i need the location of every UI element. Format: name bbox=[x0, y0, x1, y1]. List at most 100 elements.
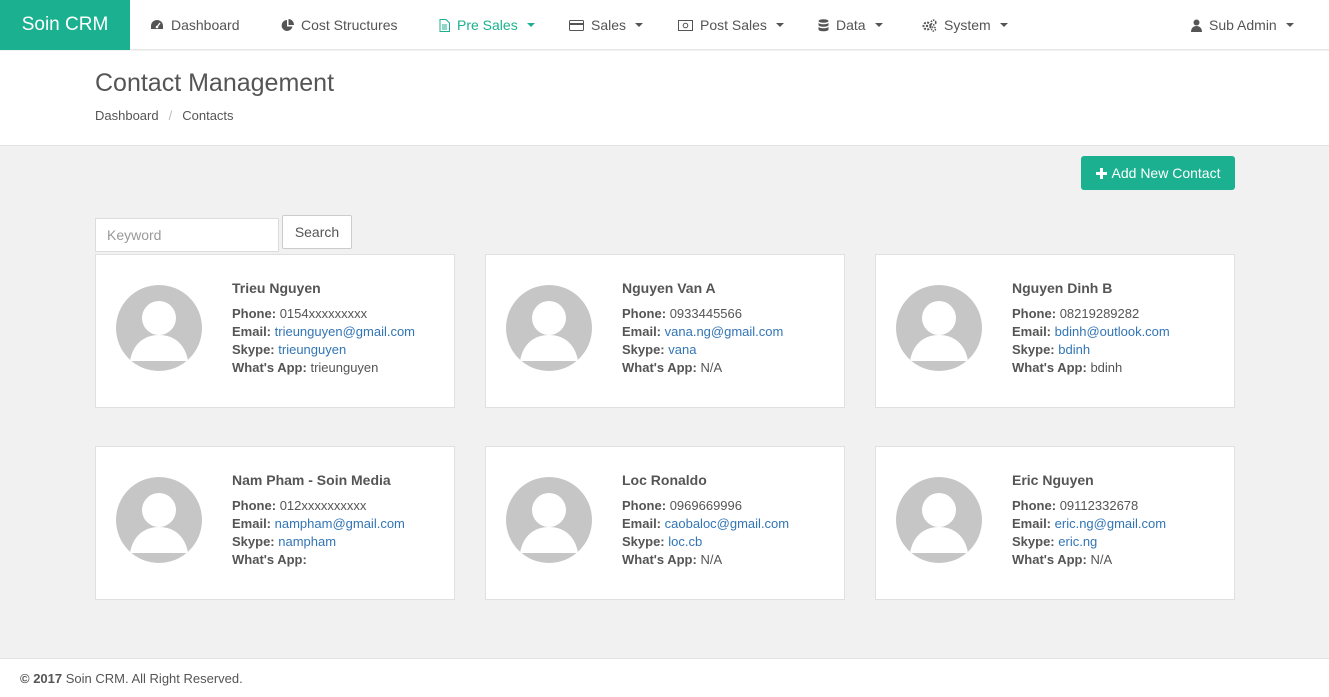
footer: © 2017 Soin CRM. All Right Reserved. bbox=[0, 658, 1329, 697]
contact-info: Nguyen Dinh B Phone: 08219289282 Email: … bbox=[1012, 279, 1170, 377]
contact-skype-row: Skype: loc.cb bbox=[622, 533, 789, 551]
contact-phone-row: Phone: 012xxxxxxxxxx bbox=[232, 497, 405, 515]
nav-data[interactable]: Data bbox=[818, 0, 883, 50]
contact-skype-link[interactable]: loc.cb bbox=[668, 534, 702, 549]
email-label: Email: bbox=[232, 516, 272, 531]
search-button[interactable]: Search bbox=[282, 215, 352, 249]
contact-phone-row: Phone: 0933445566 bbox=[622, 305, 783, 323]
email-label: Email: bbox=[1012, 324, 1052, 339]
contact-whatsapp: N/A bbox=[700, 552, 723, 567]
email-label: Email: bbox=[1012, 516, 1052, 531]
contact-name[interactable]: Eric Nguyen bbox=[1012, 471, 1166, 489]
nav-dashboard[interactable]: Dashboard bbox=[150, 0, 240, 50]
footer-text: Soin CRM. All Right Reserved. bbox=[62, 671, 243, 686]
contact-email-link[interactable]: nampham@gmail.com bbox=[275, 516, 405, 531]
contact-email-link[interactable]: bdinh@outlook.com bbox=[1055, 324, 1170, 339]
contact-card[interactable]: Eric Nguyen Phone: 09112332678 Email: er… bbox=[875, 446, 1235, 600]
contact-whatsapp-row: What's App: N/A bbox=[1012, 551, 1166, 569]
email-label: Email: bbox=[622, 516, 662, 531]
contact-email-link[interactable]: vana.ng@gmail.com bbox=[665, 324, 784, 339]
contact-card[interactable]: Nam Pham - Soin Media Phone: 012xxxxxxxx… bbox=[95, 446, 455, 600]
contact-phone: 0969669996 bbox=[669, 498, 742, 513]
avatar bbox=[506, 477, 592, 563]
contact-whatsapp-row: What's App: N/A bbox=[622, 359, 783, 377]
nav-cost-structures[interactable]: Cost Structures bbox=[281, 0, 397, 50]
contact-whatsapp-row: What's App: bbox=[232, 551, 405, 569]
brand-logo[interactable]: Soin CRM bbox=[0, 0, 130, 50]
contact-email-link[interactable]: eric.ng@gmail.com bbox=[1055, 516, 1166, 531]
money-icon bbox=[678, 19, 693, 31]
breadcrumb-dashboard-link[interactable]: Dashboard bbox=[95, 108, 159, 123]
skype-label: Skype: bbox=[1012, 342, 1055, 357]
contact-card[interactable]: Nguyen Van A Phone: 0933445566 Email: va… bbox=[485, 254, 845, 408]
page-title: Contact Management bbox=[95, 69, 335, 97]
contact-name[interactable]: Trieu Nguyen bbox=[232, 279, 415, 297]
email-label: Email: bbox=[622, 324, 662, 339]
contact-card[interactable]: Loc Ronaldo Phone: 0969669996 Email: cao… bbox=[485, 446, 845, 600]
contact-skype-link[interactable]: eric.ng bbox=[1058, 534, 1097, 549]
contact-email-row: Email: caobaloc@gmail.com bbox=[622, 515, 789, 533]
user-menu[interactable]: Sub Admin bbox=[1191, 0, 1294, 50]
avatar bbox=[116, 477, 202, 563]
database-icon bbox=[818, 18, 829, 31]
contact-phone-row: Phone: 0154xxxxxxxxx bbox=[232, 305, 415, 323]
contact-email-row: Email: eric.ng@gmail.com bbox=[1012, 515, 1166, 533]
nav-post-sales[interactable]: Post Sales bbox=[678, 0, 784, 50]
footer-year: © 2017 bbox=[20, 671, 63, 686]
nav-data-label: Data bbox=[836, 17, 866, 33]
contact-name[interactable]: Loc Ronaldo bbox=[622, 471, 789, 489]
phone-label: Phone: bbox=[622, 306, 667, 321]
avatar bbox=[896, 477, 982, 563]
contact-skype-link[interactable]: bdinh bbox=[1058, 342, 1090, 357]
contact-name[interactable]: Nguyen Dinh B bbox=[1012, 279, 1170, 297]
avatar bbox=[896, 285, 982, 371]
nav-dashboard-label: Dashboard bbox=[171, 17, 240, 33]
chevron-down-icon bbox=[874, 23, 883, 27]
nav-system-label: System bbox=[944, 17, 991, 33]
breadcrumb: Dashboard / Contacts bbox=[95, 108, 234, 123]
contact-card[interactable]: Nguyen Dinh B Phone: 08219289282 Email: … bbox=[875, 254, 1235, 408]
user-placeholder-icon bbox=[520, 301, 578, 361]
contact-phone: 012xxxxxxxxxx bbox=[279, 498, 367, 513]
breadcrumb-separator: / bbox=[168, 108, 173, 123]
contact-skype-link[interactable]: nampham bbox=[278, 534, 336, 549]
user-placeholder-icon bbox=[910, 301, 968, 361]
user-placeholder-icon bbox=[130, 301, 188, 361]
skype-label: Skype: bbox=[232, 534, 275, 549]
whatsapp-label: What's App: bbox=[622, 360, 697, 375]
contact-whatsapp: bdinh bbox=[1090, 360, 1123, 375]
nav-cost-structures-label: Cost Structures bbox=[301, 17, 398, 33]
contact-card[interactable]: Trieu Nguyen Phone: 0154xxxxxxxxx Email:… bbox=[95, 254, 455, 408]
user-placeholder-icon bbox=[910, 493, 968, 553]
contact-email-row: Email: bdinh@outlook.com bbox=[1012, 323, 1170, 341]
contact-name[interactable]: Nam Pham - Soin Media bbox=[232, 471, 405, 489]
breadcrumb-current: Contacts bbox=[182, 108, 234, 123]
nav-system[interactable]: System bbox=[922, 0, 1008, 50]
email-label: Email: bbox=[232, 324, 272, 339]
whatsapp-label: What's App: bbox=[622, 552, 697, 567]
contact-email-row: Email: nampham@gmail.com bbox=[232, 515, 405, 533]
user-menu-label: Sub Admin bbox=[1209, 17, 1277, 33]
phone-label: Phone: bbox=[1012, 306, 1057, 321]
nav-sales[interactable]: Sales bbox=[569, 0, 644, 50]
contact-skype-link[interactable]: vana bbox=[668, 342, 696, 357]
chevron-down-icon bbox=[635, 23, 644, 27]
contact-phone-row: Phone: 08219289282 bbox=[1012, 305, 1170, 323]
contact-skype-row: Skype: bdinh bbox=[1012, 341, 1170, 359]
contact-skype-row: Skype: eric.ng bbox=[1012, 533, 1166, 551]
contact-email-row: Email: vana.ng@gmail.com bbox=[622, 323, 783, 341]
page-header: Contact Management Dashboard / Contacts bbox=[0, 51, 1329, 146]
contact-skype-link[interactable]: trieunguyen bbox=[278, 342, 346, 357]
contact-skype-row: Skype: vana bbox=[622, 341, 783, 359]
contact-email-link[interactable]: caobaloc@gmail.com bbox=[665, 516, 789, 531]
contact-info: Nguyen Van A Phone: 0933445566 Email: va… bbox=[622, 279, 783, 377]
nav-pre-sales[interactable]: Pre Sales bbox=[439, 0, 535, 50]
whatsapp-label: What's App: bbox=[232, 552, 307, 567]
search-input[interactable] bbox=[95, 218, 279, 252]
contact-phone: 0933445566 bbox=[669, 306, 742, 321]
contact-name[interactable]: Nguyen Van A bbox=[622, 279, 783, 297]
user-placeholder-icon bbox=[130, 493, 188, 553]
contact-email-link[interactable]: trieunguyen@gmail.com bbox=[275, 324, 415, 339]
add-contact-button[interactable]: Add New Contact bbox=[1081, 156, 1235, 190]
whatsapp-label: What's App: bbox=[1012, 360, 1087, 375]
